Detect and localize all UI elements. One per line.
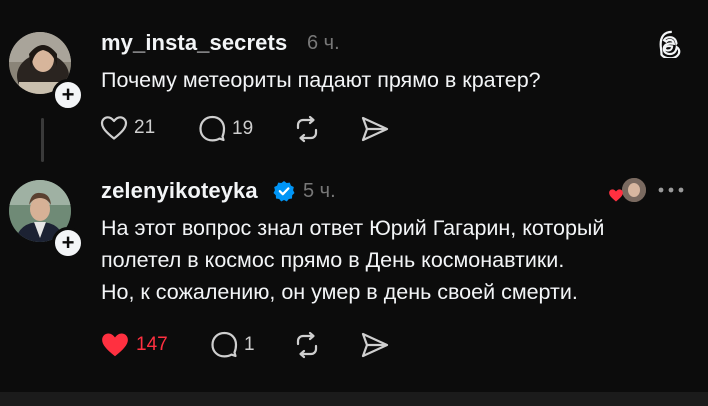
- share-button[interactable]: [360, 115, 390, 143]
- liker-avatar-photo: [622, 178, 646, 202]
- thread-connector-line: [41, 118, 44, 162]
- post-text: Почему метеориты падают прямо в кратер?: [101, 64, 541, 96]
- username[interactable]: my_insta_secrets: [101, 30, 287, 56]
- send-icon: [361, 116, 389, 142]
- threads-logo-icon[interactable]: [658, 30, 684, 58]
- post-text-line: Почему метеориты падают прямо в кратер?: [101, 68, 541, 92]
- post-text-line: полетел в космос прямо в День космонавти…: [101, 248, 565, 272]
- repost-icon: [296, 115, 318, 143]
- heart-icon: [100, 116, 128, 140]
- comment-icon: [199, 115, 226, 142]
- liker-avatar[interactable]: [622, 178, 646, 202]
- post-text: На этот вопрос знал ответ Юрий Гагарин, …: [101, 212, 604, 308]
- threads-feed: + my_insta_secrets 6 ч. Почему метеориты…: [0, 0, 708, 406]
- like-button[interactable]: 147: [100, 331, 168, 359]
- more-dots-icon[interactable]: [657, 186, 685, 194]
- send-icon: [361, 332, 389, 358]
- post-text-line: Но, к сожалению, он умер в день своей см…: [101, 280, 578, 304]
- liked-heart-icon: [609, 189, 623, 202]
- verified-badge-icon: [273, 181, 295, 202]
- repost-icon: [296, 331, 318, 359]
- repost-button[interactable]: [292, 331, 322, 359]
- follow-button[interactable]: +: [52, 227, 84, 259]
- timestamp: 6 ч.: [307, 32, 340, 54]
- like-button[interactable]: 21: [100, 115, 155, 141]
- reply-button[interactable]: 1: [210, 331, 255, 358]
- comment-icon: [211, 331, 238, 358]
- share-button[interactable]: [360, 331, 390, 359]
- reply-count: 1: [244, 333, 255, 355]
- timestamp: 5 ч.: [303, 180, 336, 202]
- username[interactable]: zelenyikoteyka: [101, 178, 258, 204]
- like-count: 21: [134, 117, 156, 138]
- repost-button[interactable]: [292, 115, 322, 143]
- reply-count: 19: [232, 117, 254, 139]
- bottom-divider: [0, 392, 708, 406]
- reply-button[interactable]: 19: [198, 115, 253, 142]
- follow-button[interactable]: +: [52, 79, 84, 111]
- heart-icon: [102, 333, 128, 357]
- like-count: 147: [136, 334, 168, 355]
- post-text-line: На этот вопрос знал ответ Юрий Гагарин, …: [101, 216, 605, 240]
